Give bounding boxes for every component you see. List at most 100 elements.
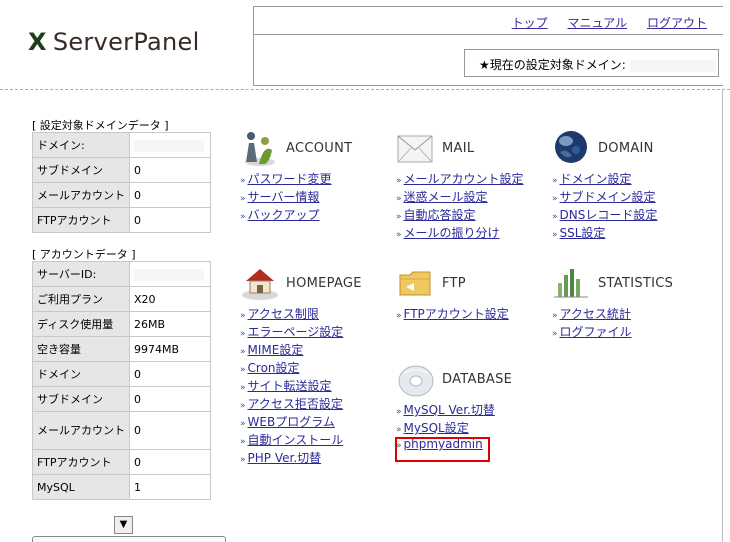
row-value: 0 <box>129 411 211 450</box>
domain-setting-link[interactable]: ドメイン設定 <box>560 172 632 186</box>
row-value: X20 <box>129 286 211 312</box>
ftp-group: FTP » FTPアカウント設定 <box>396 263 509 323</box>
row-value <box>129 132 211 158</box>
table-row: ドメイン: <box>32 132 211 158</box>
backup-link[interactable]: バックアップ <box>248 208 320 222</box>
right-border <box>722 89 723 542</box>
list-item: » DNSレコード設定 <box>552 206 657 224</box>
row-value: 0 <box>129 386 211 412</box>
domain-group: DOMAIN » ドメイン設定 » サブドメイン設定 » DNSレコード設定 » SSL… <box>552 128 657 242</box>
row-key: サーバーID: <box>32 261 130 287</box>
table-row: 空き容量 9974MB <box>32 336 211 362</box>
mail-account-link[interactable]: メールアカウント設定 <box>404 172 524 186</box>
table-row: ご利用プラン X20 <box>32 286 211 312</box>
arrow-icon: » <box>552 176 558 186</box>
table-row: FTPアカウント 0 <box>32 207 211 233</box>
mime-setting-link[interactable]: MIME設定 <box>248 343 304 357</box>
homepage-group: HOMEPAGE » アクセス制限 » エラーページ設定 » MIME設定 » Cron… <box>240 263 362 467</box>
server-info-link[interactable]: サーバー情報 <box>248 190 320 204</box>
list-item: » サブドメイン設定 <box>552 188 657 206</box>
mysql-setting-link[interactable]: MySQL設定 <box>404 421 469 435</box>
list-item: » WEBプログラム <box>240 413 362 431</box>
cron-setting-link[interactable]: Cron設定 <box>248 361 300 375</box>
arrow-icon: » <box>552 194 558 204</box>
domain-value-blank <box>134 139 204 152</box>
top-nav-bar: トップ マニュアル ログアウト <box>254 7 723 35</box>
list-item: » エラーページ設定 <box>240 323 362 341</box>
row-value: 0 <box>129 157 211 183</box>
mail-filter-link[interactable]: メールの振り分け <box>404 226 500 240</box>
list-item: » MySQL設定 <box>396 419 512 437</box>
php-version-link[interactable]: PHP Ver.切替 <box>248 451 322 465</box>
row-key: メールアカウント <box>32 182 130 208</box>
top-links: トップ マニュアル ログアウト <box>496 14 707 31</box>
auto-reply-link[interactable]: 自動応答設定 <box>404 208 476 222</box>
row-value: 9974MB <box>129 336 211 362</box>
table-row: ディスク使用量 26MB <box>32 311 211 337</box>
access-restriction-link[interactable]: アクセス制限 <box>248 307 319 321</box>
account-group: ACCOUNT » パスワード変更 » サーバー情報 » バックアップ <box>240 128 352 224</box>
arrow-icon: » <box>240 176 246 186</box>
dropdown-toggle[interactable]: ▼ <box>114 516 133 534</box>
row-value: 26MB <box>129 311 211 337</box>
row-value: 1 <box>129 474 211 500</box>
header-box: トップ マニュアル ログアウト ★現在の設定対象ドメイン: <box>253 6 723 86</box>
mail-group: MAIL » メールアカウント設定 » 迷惑メール設定 » 自動応答設定 » メールの振… <box>396 128 524 242</box>
list-item: » サイト転送設定 <box>240 377 362 395</box>
row-key: サブドメイン <box>32 386 130 412</box>
server-id-blank <box>134 268 204 281</box>
ftp-account-link[interactable]: FTPアカウント設定 <box>404 307 509 321</box>
arrow-icon: » <box>240 329 246 339</box>
error-page-link[interactable]: エラーページ設定 <box>248 325 344 339</box>
logo-text: ServerPanel <box>52 28 200 56</box>
ssl-setting-link[interactable]: SSL設定 <box>560 226 606 240</box>
arrow-icon: » <box>396 407 402 417</box>
chart-icon <box>554 269 588 298</box>
list-item: » PHP Ver.切替 <box>240 449 362 467</box>
list-item: » 自動インストール <box>240 431 362 449</box>
arrow-icon: » <box>552 311 558 321</box>
spam-setting-link[interactable]: 迷惑メール設定 <box>404 190 488 204</box>
globe-icon <box>555 131 587 163</box>
arrow-icon: » <box>396 311 402 321</box>
table-row: サブドメイン 0 <box>32 386 211 412</box>
row-value: 0 <box>129 207 211 233</box>
account-data-table: サーバーID: ご利用プラン X20 ディスク使用量 26MB 空き容量 9974MB… <box>32 261 211 500</box>
list-item: » SSL設定 <box>552 224 657 242</box>
mail-title: MAIL <box>442 140 475 156</box>
arrow-icon: » <box>240 347 246 357</box>
arrow-icon: » <box>396 230 402 240</box>
access-stats-link[interactable]: アクセス統計 <box>560 307 631 321</box>
row-key: ドメイン <box>32 361 130 387</box>
phpmyadmin-highlight <box>395 437 490 462</box>
access-deny-link[interactable]: アクセス拒否設定 <box>248 397 343 411</box>
row-value: 0 <box>129 361 211 387</box>
serverpanel-logo: X ServerPanel <box>28 28 200 56</box>
web-program-link[interactable]: WEBプログラム <box>248 415 335 429</box>
domain-select[interactable] <box>32 536 226 542</box>
auto-install-link[interactable]: 自動インストール <box>248 433 344 447</box>
dns-record-link[interactable]: DNSレコード設定 <box>560 208 658 222</box>
domain-data-title: [ 設定対象ドメインデータ ] <box>32 119 169 132</box>
password-change-link[interactable]: パスワード変更 <box>248 172 332 186</box>
list-item: » 迷惑メール設定 <box>396 188 524 206</box>
mysql-version-link[interactable]: MySQL Ver.切替 <box>404 403 495 417</box>
row-key: サブドメイン <box>32 157 130 183</box>
list-item: » アクセス拒否設定 <box>240 395 362 413</box>
row-value <box>129 261 211 287</box>
current-domain-label: ★現在の設定対象ドメイン: <box>479 58 626 72</box>
logo-mark: X <box>28 28 47 56</box>
arrow-icon: » <box>240 437 246 447</box>
manual-link[interactable]: マニュアル <box>568 16 628 30</box>
header-divider <box>0 89 730 90</box>
list-item: » ドメイン設定 <box>552 170 657 188</box>
log-file-link[interactable]: ログファイル <box>560 325 632 339</box>
arrow-icon: » <box>240 401 246 411</box>
site-redirect-link[interactable]: サイト転送設定 <box>248 379 332 393</box>
subdomain-setting-link[interactable]: サブドメイン設定 <box>560 190 656 204</box>
top-link[interactable]: トップ <box>512 16 548 30</box>
list-item: » 自動応答設定 <box>396 206 524 224</box>
logout-link[interactable]: ログアウト <box>647 16 707 30</box>
arrow-icon: » <box>240 383 246 393</box>
row-key: ご利用プラン <box>32 286 130 312</box>
